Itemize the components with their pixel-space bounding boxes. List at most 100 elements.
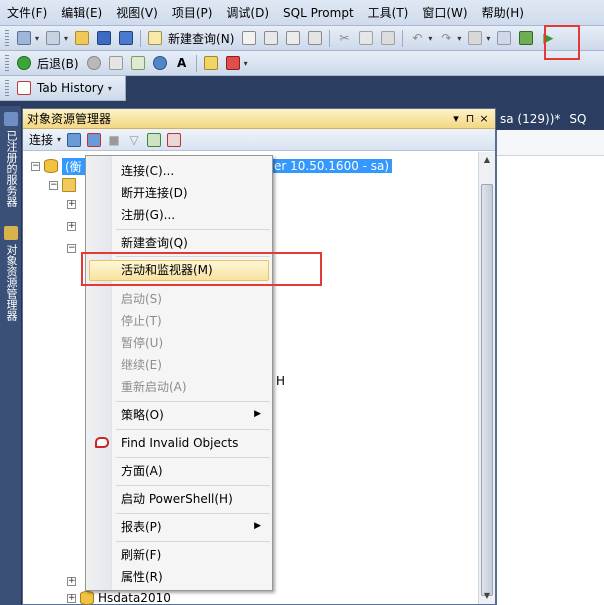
tree-node-child[interactable]: + (67, 195, 80, 213)
menu-sql-prompt[interactable]: SQL Prompt (276, 3, 361, 23)
chevron-down-icon[interactable]: ▾ (244, 59, 248, 68)
pin-icon[interactable]: ⊓ (463, 112, 477, 125)
object-explorer-title-bar[interactable]: 对象资源管理器 ▾ ⊓ × (23, 109, 495, 129)
menu-item-pause[interactable]: 暂停(U) (89, 333, 269, 354)
chevron-down-icon[interactable]: ▾ (108, 84, 112, 93)
paste-icon[interactable] (377, 28, 399, 48)
collapse-icon[interactable]: − (67, 243, 76, 253)
menu-tools[interactable]: 工具(T) (361, 3, 416, 23)
toolbar-grip[interactable] (5, 79, 9, 97)
chevron-down-icon[interactable]: ▾ (428, 34, 432, 43)
toolbar-grip[interactable] (5, 29, 9, 47)
menu-file[interactable]: 文件(F) (0, 3, 54, 23)
query-document-tab[interactable]: sa (129))* (496, 112, 565, 126)
second-document-tab[interactable]: SQ (565, 112, 591, 126)
menu-edit[interactable]: 编辑(E) (54, 3, 109, 23)
menu-item-reports[interactable]: 报表(P) ▶ (89, 517, 269, 538)
collapse-icon[interactable]: − (31, 161, 40, 171)
object-explorer-tab[interactable]: 对象资源管理器 (2, 226, 20, 336)
back-icon[interactable] (13, 53, 35, 73)
filter-icon[interactable]: ▽ (124, 130, 144, 150)
toolbar-grip[interactable] (5, 54, 9, 72)
add-item-icon[interactable] (42, 28, 64, 48)
menu-view[interactable]: 视图(V) (109, 3, 165, 23)
connect-icon[interactable] (64, 130, 84, 150)
redo-icon[interactable]: ↷ (435, 28, 457, 48)
menu-item-connect[interactable]: 连接(C)... (89, 161, 269, 182)
analysis-query-icon[interactable] (260, 28, 282, 48)
refresh-icon[interactable] (144, 130, 164, 150)
forward-icon[interactable] (83, 53, 105, 73)
scrollbar-thumb[interactable] (481, 184, 493, 596)
menu-item-register[interactable]: 注册(G)... (89, 205, 269, 226)
menu-debug[interactable]: 调试(D) (219, 3, 276, 23)
sync-toc-icon[interactable] (200, 53, 222, 73)
tree-node-child[interactable]: + (67, 572, 80, 590)
connect-button[interactable]: 连接 (29, 131, 53, 148)
chevron-down-icon[interactable]: ▾ (64, 34, 68, 43)
cut-icon[interactable]: ✂ (333, 28, 355, 48)
xmla-query-icon[interactable] (282, 28, 304, 48)
expand-icon[interactable]: + (67, 576, 76, 586)
tree-node-hsdata2010[interactable]: + Hsdata2010 (67, 589, 171, 605)
navigate-icon[interactable] (464, 28, 486, 48)
font-size-icon[interactable]: A (171, 53, 193, 73)
activity-monitor-icon[interactable] (164, 130, 184, 150)
collapse-icon[interactable]: − (49, 180, 58, 190)
tab-history-button[interactable]: Tab History (37, 81, 104, 95)
menu-item-start[interactable]: 启动(S) (89, 289, 269, 310)
close-icon[interactable]: × (477, 112, 491, 125)
refresh-icon[interactable] (127, 53, 149, 73)
tree-node-child[interactable]: − (67, 239, 80, 257)
dmx-query-icon[interactable] (304, 28, 326, 48)
save-icon[interactable] (93, 28, 115, 48)
menu-project[interactable]: 项目(P) (165, 3, 220, 23)
undo-icon[interactable]: ↶ (406, 28, 428, 48)
chevron-down-icon[interactable]: ▾ (486, 34, 490, 43)
chevron-down-icon[interactable]: ▾ (457, 34, 461, 43)
tab-history-icon[interactable] (13, 78, 35, 98)
tree-node-databases[interactable]: − (49, 176, 80, 194)
menu-item-find-invalid-objects[interactable]: Find Invalid Objects (89, 433, 269, 454)
home-icon[interactable] (149, 53, 171, 73)
menu-item-stop[interactable]: 停止(T) (89, 311, 269, 332)
open-folder-icon[interactable] (71, 28, 93, 48)
tree-node-server[interactable]: − (衡 (31, 157, 85, 175)
registered-servers-tab[interactable]: 已注册的服务器 (2, 112, 20, 220)
menu-item-refresh[interactable]: 刷新(F) (89, 545, 269, 566)
find-icon[interactable] (493, 28, 515, 48)
menu-item-start-powershell[interactable]: 启动 PowerShell(H) (89, 489, 269, 510)
window-position-icon[interactable]: ▾ (449, 112, 463, 125)
expand-icon[interactable]: + (67, 593, 76, 603)
menu-item-disconnect[interactable]: 断开连接(D) (89, 183, 269, 204)
object-explorer-scrollbar[interactable]: ▲ ▼ (478, 152, 495, 604)
database-engine-query-icon[interactable] (238, 28, 260, 48)
document-editor-area[interactable] (496, 130, 604, 605)
tree-node-child[interactable]: + (67, 217, 80, 235)
menu-item-restart[interactable]: 重新启动(A) (89, 377, 269, 398)
ask-question-icon[interactable] (222, 53, 244, 73)
activity-monitor-icon[interactable] (515, 28, 537, 48)
stop-icon[interactable]: ■ (104, 130, 124, 150)
new-query-icon[interactable] (144, 28, 166, 48)
scroll-up-icon[interactable]: ▲ (479, 152, 495, 168)
menu-item-properties[interactable]: 属性(R) (89, 567, 269, 588)
menu-help[interactable]: 帮助(H) (475, 3, 531, 23)
chevron-down-icon[interactable]: ▾ (57, 135, 61, 144)
new-query-button[interactable]: 新建查询(N) (168, 30, 234, 47)
stop-icon[interactable] (105, 53, 127, 73)
save-all-icon[interactable] (115, 28, 137, 48)
disconnect-icon[interactable] (84, 130, 104, 150)
menu-item-facets[interactable]: 方面(A) (89, 461, 269, 482)
expand-icon[interactable]: + (67, 221, 76, 231)
back-button[interactable]: 后退(B) (37, 55, 79, 72)
chevron-down-icon[interactable]: ▾ (35, 34, 39, 43)
menu-item-new-query[interactable]: 新建查询(Q) (89, 233, 269, 254)
menu-item-resume[interactable]: 继续(E) (89, 355, 269, 376)
menu-item-policies[interactable]: 策略(O) ▶ (89, 405, 269, 426)
new-project-icon[interactable] (13, 28, 35, 48)
menu-window[interactable]: 窗口(W) (415, 3, 474, 23)
copy-icon[interactable] (355, 28, 377, 48)
scroll-down-icon[interactable]: ▼ (479, 588, 495, 604)
expand-icon[interactable]: + (67, 199, 76, 209)
